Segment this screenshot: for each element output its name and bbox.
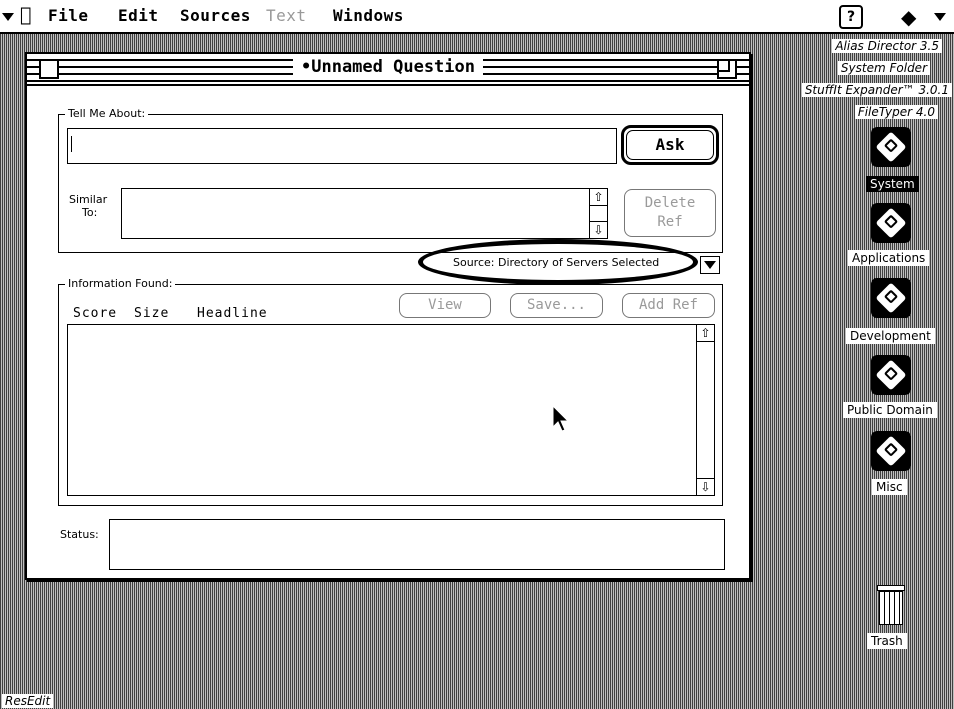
close-box[interactable] (39, 59, 59, 79)
similar-to-label-1: Similar (69, 193, 108, 206)
information-found-label: Information Found: (65, 277, 176, 290)
window-title: •Unnamed Question (293, 57, 483, 77)
chevron-down-icon (934, 13, 946, 21)
similar-to-field[interactable]: ⇧ ⇩ (121, 188, 608, 239)
menu-windows[interactable]: Windows (333, 6, 404, 25)
scroll-down-arrow-icon[interactable]: ⇩ (590, 221, 607, 238)
tell-me-about-label: Tell Me About: (65, 107, 149, 120)
resedit-label: ResEdit (2, 694, 54, 708)
ask-button-label: Ask (626, 130, 714, 160)
desktop-system-folder[interactable]: System Folder (837, 61, 930, 75)
delete-ref-button[interactable]: Delete Ref (624, 189, 716, 237)
save-button[interactable]: Save... (510, 293, 603, 318)
scroll-up-arrow-icon[interactable]: ⇧ (590, 189, 607, 206)
results-list[interactable]: ⇧ ⇩ (67, 324, 715, 496)
scroll-down-arrow-icon[interactable]: ⇩ (697, 478, 714, 495)
similar-scrollbar[interactable]: ⇧ ⇩ (589, 189, 607, 238)
dropdown-caret-icon (2, 13, 14, 21)
query-input[interactable] (67, 128, 617, 164)
menu-edit[interactable]: Edit (118, 6, 159, 25)
text-cursor (71, 136, 72, 152)
source-highlight-oval (418, 239, 698, 285)
desktop-icon-label-system[interactable]: System (866, 176, 919, 192)
source-dropdown-arrow-icon[interactable] (700, 256, 720, 274)
query-text-field[interactable] (68, 129, 616, 163)
desktop-icon-label-public-domain[interactable]: Public Domain (843, 402, 937, 418)
desktop-icon-label-applications[interactable]: Applications (848, 250, 930, 266)
window-titlebar[interactable]: •Unnamed Question (27, 54, 749, 86)
mouse-pointer-icon (552, 405, 570, 432)
desktop-icon-label-misc[interactable]: Misc (872, 479, 907, 495)
menu-text[interactable]: Text (266, 6, 307, 25)
desktop-alias-director[interactable]: Alias Director 3.5 (832, 39, 942, 53)
desktop-icon-label-development[interactable]: Development (846, 328, 935, 344)
column-score[interactable]: Score (73, 306, 117, 321)
system-disk-icon[interactable] (871, 127, 911, 167)
applications-disk-icon[interactable] (871, 203, 911, 243)
public-domain-disk-icon[interactable] (871, 355, 911, 395)
status-field (109, 519, 725, 570)
desktop-filetyper[interactable]: FileTyper 4.0 (854, 105, 938, 119)
menu-sources[interactable]: Sources (180, 6, 251, 25)
delete-ref-label-1: Delete (644, 195, 696, 211)
zoom-box[interactable] (717, 59, 737, 79)
apple-menu-icon[interactable]:  (20, 4, 31, 26)
add-ref-button[interactable]: Add Ref (622, 293, 715, 318)
application-menu-icon[interactable]: ◆ (901, 5, 916, 29)
scroll-up-arrow-icon[interactable]: ⇧ (697, 325, 714, 342)
development-disk-icon[interactable] (871, 278, 911, 318)
trash-icon[interactable] (877, 585, 905, 625)
column-headline[interactable]: Headline (197, 306, 268, 321)
similar-to-label-2: To: (82, 206, 98, 219)
view-button[interactable]: View (399, 293, 491, 318)
column-size[interactable]: Size (134, 306, 169, 321)
menu-file[interactable]: File (48, 6, 89, 25)
desktop-stuffit-expander[interactable]: StuffIt Expander™ 3.0.1 (801, 83, 952, 97)
menu-bar:  File Edit Sources Text Windows ? ◆ (0, 0, 954, 34)
misc-disk-icon[interactable] (871, 431, 911, 471)
question-window: •Unnamed Question Tell Me About: Ask Sim… (25, 52, 751, 580)
delete-ref-label-2: Ref (657, 214, 683, 230)
results-scrollbar[interactable]: ⇧ ⇩ (696, 325, 714, 495)
trash-label[interactable]: Trash (867, 633, 907, 649)
status-label: Status: (60, 528, 99, 541)
ask-button[interactable]: Ask (621, 125, 719, 165)
help-icon[interactable]: ? (839, 5, 863, 29)
